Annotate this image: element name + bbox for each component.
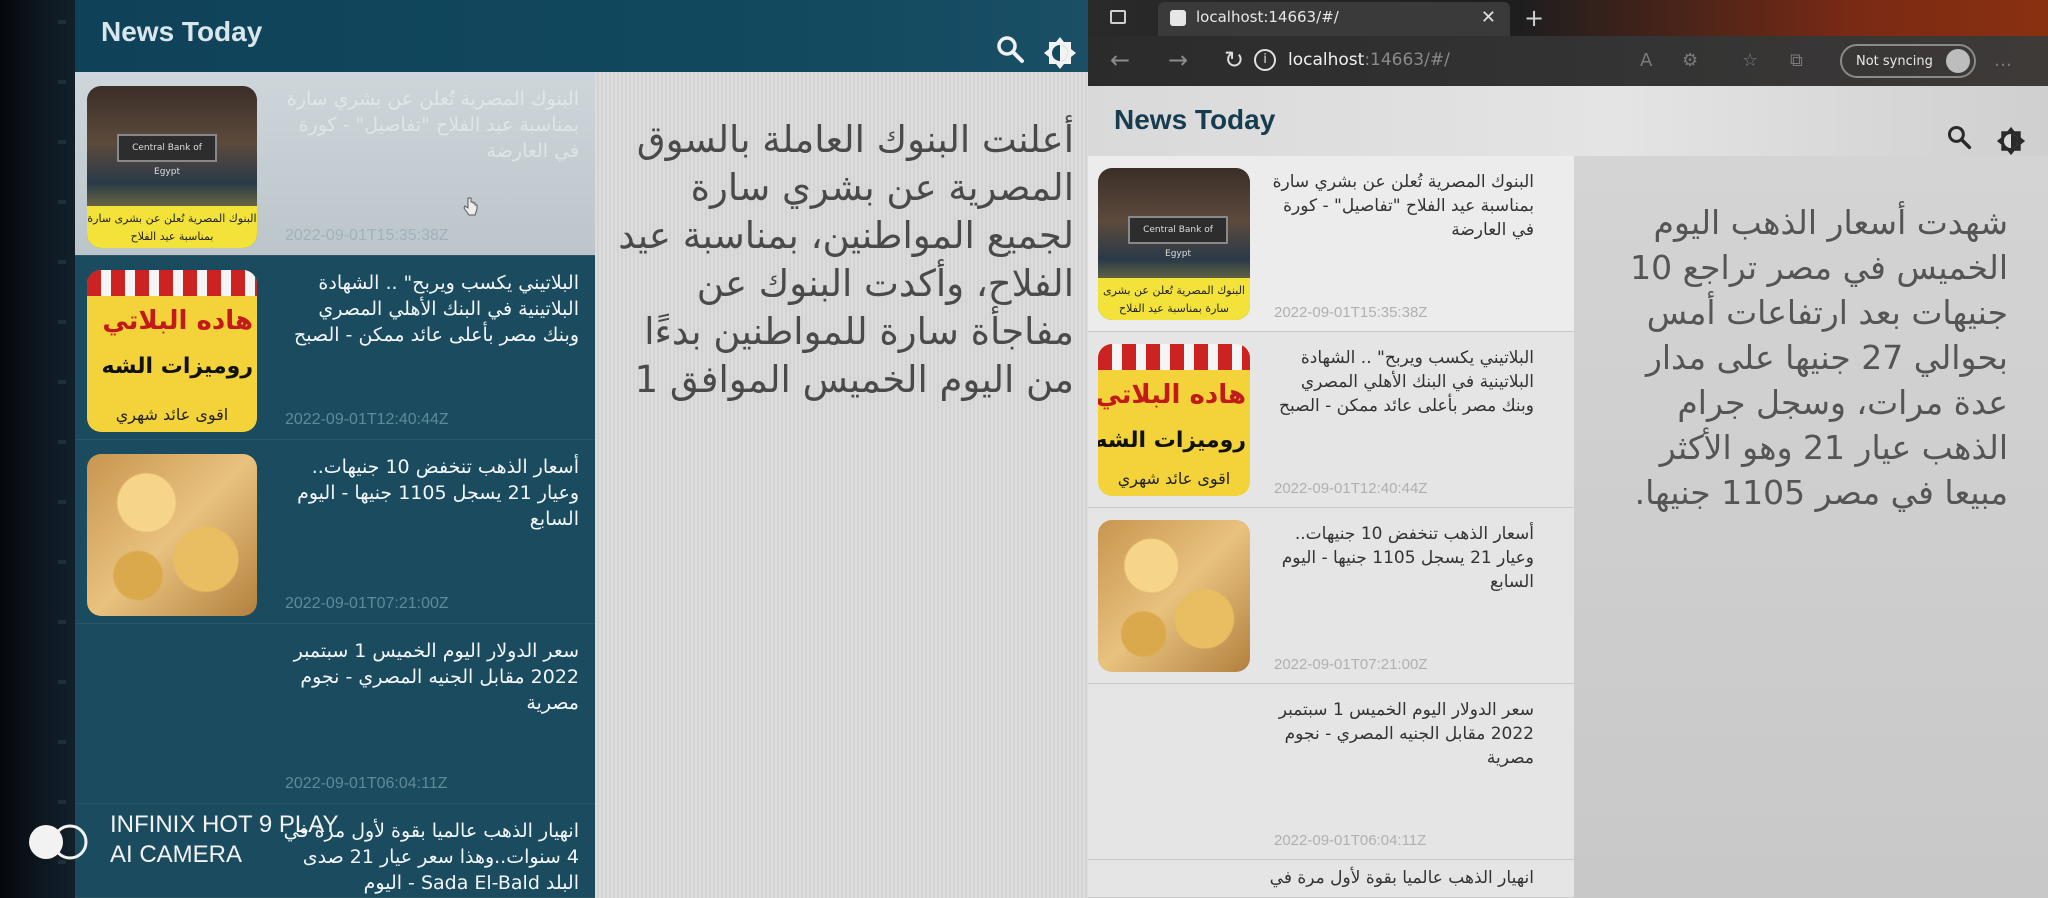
arrow-left-icon[interactable]: ← — [1110, 46, 1130, 74]
thumb-text: اقوى عائد شهري — [1117, 469, 1231, 488]
tab-actions-icon[interactable] — [1110, 10, 1126, 24]
address-bar: ← → ↻ i localhost:14663/#/ A ⚙ ☆ ⧉ Not s… — [1088, 36, 2048, 86]
thumb-stripe — [1098, 344, 1250, 370]
watermark-line2: AI CAMERA — [110, 841, 243, 868]
web-app-bar: News Today — [1088, 86, 2048, 156]
article-card[interactable]: أسعار الذهب تنخفض 10 جنيهات.. وعيار 21 ي… — [1088, 508, 1574, 684]
thumb-sign: Central Bank of Egypt — [1128, 216, 1228, 259]
article-headline: البنوك المصرية تُعلن عن بشري سارة بمناسب… — [286, 88, 579, 162]
app-title: News Today — [101, 16, 263, 47]
left-article-list: Central Bank of Egypt البنوك المصرية تُع… — [75, 72, 595, 898]
browser-window: localhost:14663/#/ ✕ + ← → ↻ i localhost… — [1088, 0, 2048, 898]
article-card[interactable]: Central Bank of Egypt البنوك المصرية تُع… — [75, 72, 595, 256]
article-card[interactable]: هاده البلاتي روميزات الشه اقوى عائد شهري… — [75, 256, 595, 440]
hand-cursor-icon — [463, 197, 478, 216]
favorites-icon[interactable]: ☆ — [1742, 50, 1758, 71]
thumb-text: روميزات الشه — [1098, 428, 1246, 453]
favicon-icon — [1170, 10, 1186, 26]
article-headline: أسعار الذهب تنخفض 10 جنيهات.. وعيار 21 ي… — [297, 456, 579, 530]
url-field[interactable]: localhost:14663/#/ — [1288, 50, 1450, 70]
close-icon[interactable]: ✕ — [1481, 7, 1496, 28]
tab-title: localhost:14663/#/ — [1196, 8, 1339, 26]
article-headline: البنوك المصرية تُعلن عن بشري سارة بمناسب… — [1272, 172, 1534, 240]
plus-icon[interactable]: + — [1524, 4, 1544, 32]
article-date: 2022-09-01T06:04:11Z — [1274, 832, 1427, 849]
article-thumbnail: Central Bank of Egypt البنوك المصرية تُع… — [87, 86, 257, 248]
article-card[interactable]: انهيار الذهب عالميا بقوة لأول مرة في — [1088, 860, 1574, 898]
left-window-edge — [0, 0, 75, 898]
collections-icon[interactable]: ⧉ — [1790, 50, 1803, 71]
article-headline: البلاتيني يكسب ويربح" .. الشهادة البلاتي… — [1278, 348, 1534, 416]
thumb-sign: Central Bank of Egypt — [117, 134, 217, 177]
left-app-bar: News Today — [75, 0, 1090, 72]
article-thumbnail: Central Bank of Egypt البنوك المصرية تُع… — [1098, 168, 1250, 320]
thumb-banner: البنوك المصرية تُعلن عن بشرى سارة بمناسب… — [1098, 278, 1250, 320]
reload-icon[interactable]: ↻ — [1224, 46, 1244, 74]
thumb-stripe — [87, 270, 257, 296]
tab-bar: localhost:14663/#/ ✕ + — [1088, 0, 2048, 36]
article-body: أعلنت البنوك العاملة بالسوق المصرية عن ب… — [618, 118, 1074, 401]
extensions-icon[interactable]: ⚙ — [1682, 50, 1698, 71]
url-host: localhost — [1288, 50, 1365, 70]
article-thumbnail: هاده البلاتي روميزات الشه اقوى عائد شهري — [1098, 344, 1250, 496]
article-card[interactable]: سعر الدولار اليوم الخميس 1 سبتمبر 2022 م… — [1088, 684, 1574, 860]
right-article-list: Central Bank of Egypt البنوك المصرية تُع… — [1088, 156, 1574, 898]
thumb-text: اقوى عائد شهري — [115, 405, 229, 424]
article-headline: أسعار الذهب تنخفض 10 جنيهات.. وعيار 21 ي… — [1281, 524, 1534, 592]
article-date: 2022-09-01T07:21:00Z — [1274, 656, 1428, 673]
article-headline: انهيار الذهب عالميا بقوة لأول مرة في — [1269, 868, 1534, 888]
browser-tab[interactable]: localhost:14663/#/ ✕ — [1158, 2, 1510, 36]
article-thumbnail — [87, 454, 257, 616]
article-card[interactable]: هاده البلاتي روميزات الشه اقوى عائد شهري… — [1088, 332, 1574, 508]
more-icon[interactable]: … — [1994, 50, 2012, 71]
left-article-detail: أعلنت البنوك العاملة بالسوق المصرية عن ب… — [595, 72, 1090, 898]
article-date: 2022-09-01T07:21:00Z — [285, 595, 449, 612]
brightness-icon[interactable] — [1996, 126, 2026, 160]
arrow-right-icon[interactable]: → — [1168, 46, 1188, 74]
camera-logo-icon — [29, 824, 88, 860]
read-aloud-icon[interactable]: A — [1640, 50, 1652, 71]
app-title: News Today — [1114, 104, 1276, 135]
info-icon[interactable]: i — [1254, 49, 1276, 71]
search-icon[interactable] — [995, 34, 1025, 68]
brightness-icon[interactable] — [1043, 36, 1077, 74]
article-body: شهدت أسعار الذهب اليوم الخميس في مصر ترا… — [1630, 203, 2008, 512]
url-path: :14663/#/ — [1364, 50, 1450, 70]
right-article-detail: شهدت أسعار الذهب اليوم الخميس في مصر ترا… — [1574, 156, 2048, 898]
article-headline: سعر الدولار اليوم الخميس 1 سبتمبر 2022 م… — [293, 640, 579, 714]
watermark-text: INFINIX HOT 9 PLAY AI CAMERA — [110, 810, 339, 870]
article-headline: سعر الدولار اليوم الخميس 1 سبتمبر 2022 م… — [1278, 700, 1534, 768]
watermark-line1: INFINIX HOT 9 PLAY — [110, 811, 339, 838]
article-date: 2022-09-01T15:35:38Z — [285, 227, 449, 244]
thumb-text: روميزات الشه — [101, 354, 253, 379]
article-card[interactable]: Central Bank of Egypt البنوك المصرية تُع… — [1088, 156, 1574, 332]
search-icon[interactable] — [1946, 124, 1972, 154]
thumb-text: هاده البلاتي — [102, 306, 253, 336]
article-headline: البلاتيني يكسب ويربح" .. الشهادة البلاتي… — [293, 272, 579, 346]
article-date: 2022-09-01T06:04:11Z — [285, 775, 448, 792]
article-card[interactable]: سعر الدولار اليوم الخميس 1 سبتمبر 2022 م… — [75, 624, 595, 804]
profile-sync-button[interactable]: Not syncing — [1840, 44, 1976, 78]
thumb-text: هاده البلاتي — [1098, 380, 1246, 410]
article-date: 2022-09-01T12:40:44Z — [285, 411, 449, 428]
article-date: 2022-09-01T12:40:44Z — [1274, 480, 1428, 497]
article-date: 2022-09-01T15:35:38Z — [1274, 304, 1428, 321]
edge-decoration — [58, 20, 66, 880]
thumb-banner: البنوك المصرية تُعلن عن بشرى سارة بمناسب… — [87, 206, 257, 248]
sync-label: Not syncing — [1856, 54, 1933, 69]
article-thumbnail — [1098, 520, 1250, 672]
article-card[interactable]: أسعار الذهب تنخفض 10 جنيهات.. وعيار 21 ي… — [75, 440, 595, 624]
avatar — [1946, 49, 1970, 73]
article-thumbnail: هاده البلاتي روميزات الشه اقوى عائد شهري — [87, 270, 257, 432]
